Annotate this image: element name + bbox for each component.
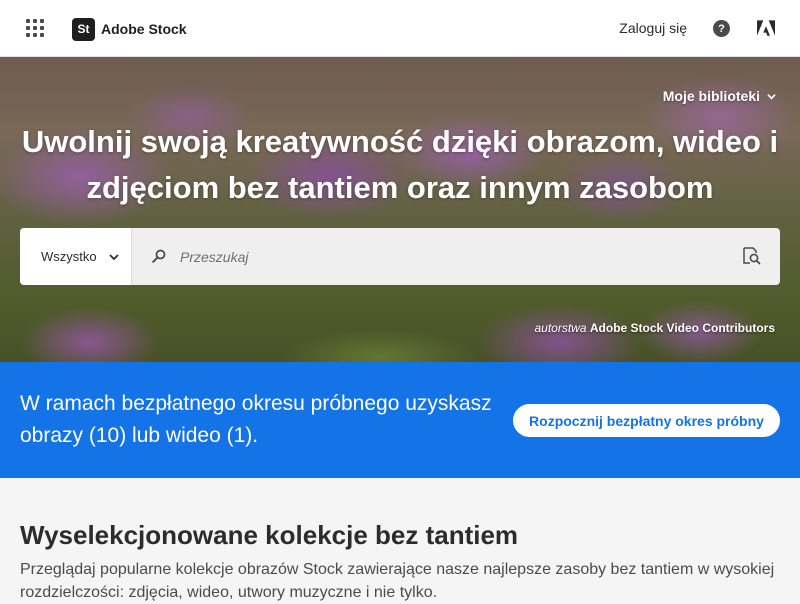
free-trial-text: W ramach bezpłatnego okresu próbnego uzy… [20, 392, 492, 447]
collections-title: Wyselekcjonowane kolekcje bez tantiem [20, 520, 519, 550]
image-credit-author[interactable]: Adobe Stock Video Contributors [590, 321, 775, 335]
image-credit: autorstwa Adobe Stock Video Contributors [535, 321, 776, 335]
my-libraries-label: Moje biblioteki [662, 88, 760, 104]
grid-dot [33, 19, 37, 23]
top-navigation: St Adobe Stock Zaloguj się ? [0, 0, 800, 57]
search-icon [152, 249, 166, 263]
start-free-trial-button[interactable]: Rozpocznij bezpłatny okres próbny [513, 404, 780, 437]
grid-dot [40, 33, 44, 37]
adobe-logo-icon[interactable] [757, 20, 775, 37]
adobe-stock-logo: St [72, 17, 95, 41]
search-scope-dropdown[interactable]: Wszystko [20, 228, 132, 285]
chevron-down-icon [767, 93, 776, 99]
featured-collections-section: Wyselekcjonowane kolekcje bez tantiem Pr… [0, 478, 800, 601]
hero-banner: Moje biblioteki Uwolnij swoją kreatywnoś… [0, 57, 800, 362]
search-bar: Wszystko [20, 228, 780, 285]
sign-in-link[interactable]: Zaloguj się [619, 20, 687, 36]
app-grid-icon[interactable] [26, 19, 44, 37]
my-libraries-button[interactable]: Moje biblioteki [663, 88, 776, 104]
grid-dot [33, 26, 37, 30]
chevron-down-icon [108, 253, 119, 260]
grid-dot [26, 33, 30, 37]
search-scope-label: Wszystko [41, 249, 97, 264]
brand-name: Adobe Stock [101, 21, 187, 37]
hero-title: Uwolnij swoją kreatywność dzięki obrazom… [21, 124, 779, 205]
collections-description: Przeglądaj popularne kolekcje obrazów St… [20, 561, 775, 601]
free-trial-banner: W ramach bezpłatnego okresu próbnego uzy… [0, 362, 800, 478]
visual-search-icon[interactable] [742, 247, 761, 265]
search-input[interactable] [132, 228, 780, 285]
search-field [132, 228, 780, 285]
grid-dot [26, 26, 30, 30]
grid-dot [40, 19, 44, 23]
grid-dot [26, 19, 30, 23]
image-credit-prefix: autorstwa [534, 321, 587, 335]
grid-dot [33, 33, 37, 37]
grid-dot [40, 26, 44, 30]
help-icon[interactable]: ? [713, 20, 730, 37]
brand-home-link[interactable]: St Adobe Stock [72, 17, 187, 41]
